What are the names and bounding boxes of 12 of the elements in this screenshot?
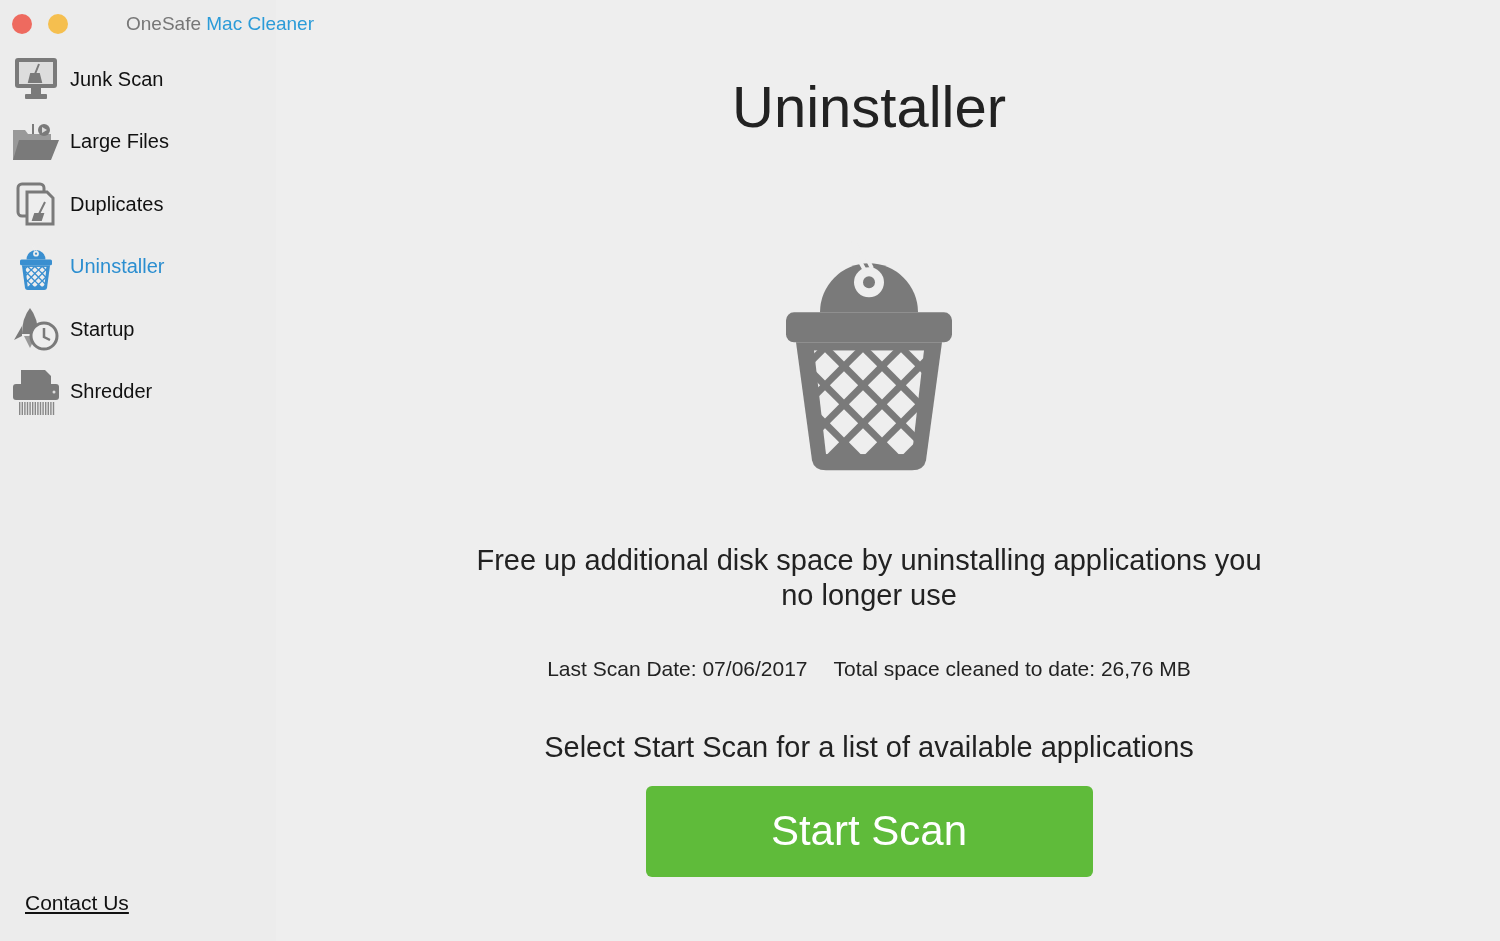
prompt-text: Select Start Scan for a list of available applications (544, 730, 1194, 764)
sidebar-item[interactable]: Junk Scan (0, 48, 276, 111)
sidebar-item[interactable]: Duplicates (0, 173, 276, 236)
total-cleaned-text: Total space cleaned to date: 26,76 MB (833, 656, 1191, 681)
sidebar-item[interactable]: Shredder (0, 360, 276, 423)
last-scan-text: Last Scan Date: 07/06/2017 (547, 656, 808, 681)
page-heading: Uninstaller (732, 78, 1006, 136)
window-title: OneSafe Mac Cleaner (126, 13, 314, 35)
description-text: Free up additional disk space by uninstalling applications you no longer use (475, 542, 1263, 613)
sidebar-item[interactable]: Large Files (0, 110, 276, 173)
sidebar-item[interactable]: Startup (0, 298, 276, 361)
contact-link[interactable]: Contact Us (25, 891, 129, 915)
